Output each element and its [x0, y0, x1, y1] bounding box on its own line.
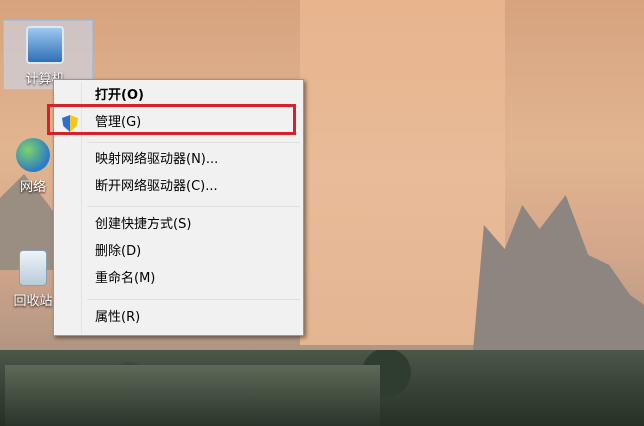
annotation-highlight-box: [47, 104, 296, 135]
menu-item-map-network-drive[interactable]: 映射网络驱动器(N)...: [56, 148, 299, 172]
computer-icon: [26, 26, 64, 64]
wallpaper-panel: [300, 0, 505, 345]
menu-separator: [87, 206, 300, 207]
network-icon: [16, 138, 50, 172]
recycle-bin-icon: [19, 250, 47, 286]
desktop-icon-label: 网络: [19, 180, 46, 195]
desktop-icon-label: 回收站: [13, 294, 53, 309]
wallpaper-photo-strip: [5, 365, 380, 426]
menu-item-rename[interactable]: 重命名(M): [56, 267, 299, 291]
menu-item-create-shortcut[interactable]: 创建快捷方式(S): [56, 213, 299, 237]
menu-separator: [87, 299, 300, 300]
menu-separator: [87, 142, 300, 143]
menu-item-disconnect-network-drive[interactable]: 断开网络驱动器(C)...: [56, 175, 299, 199]
menu-item-properties[interactable]: 属性(R): [56, 306, 299, 330]
desktop-icon-computer[interactable]: 计算机: [10, 26, 80, 87]
menu-item-delete[interactable]: 删除(D): [56, 240, 299, 264]
